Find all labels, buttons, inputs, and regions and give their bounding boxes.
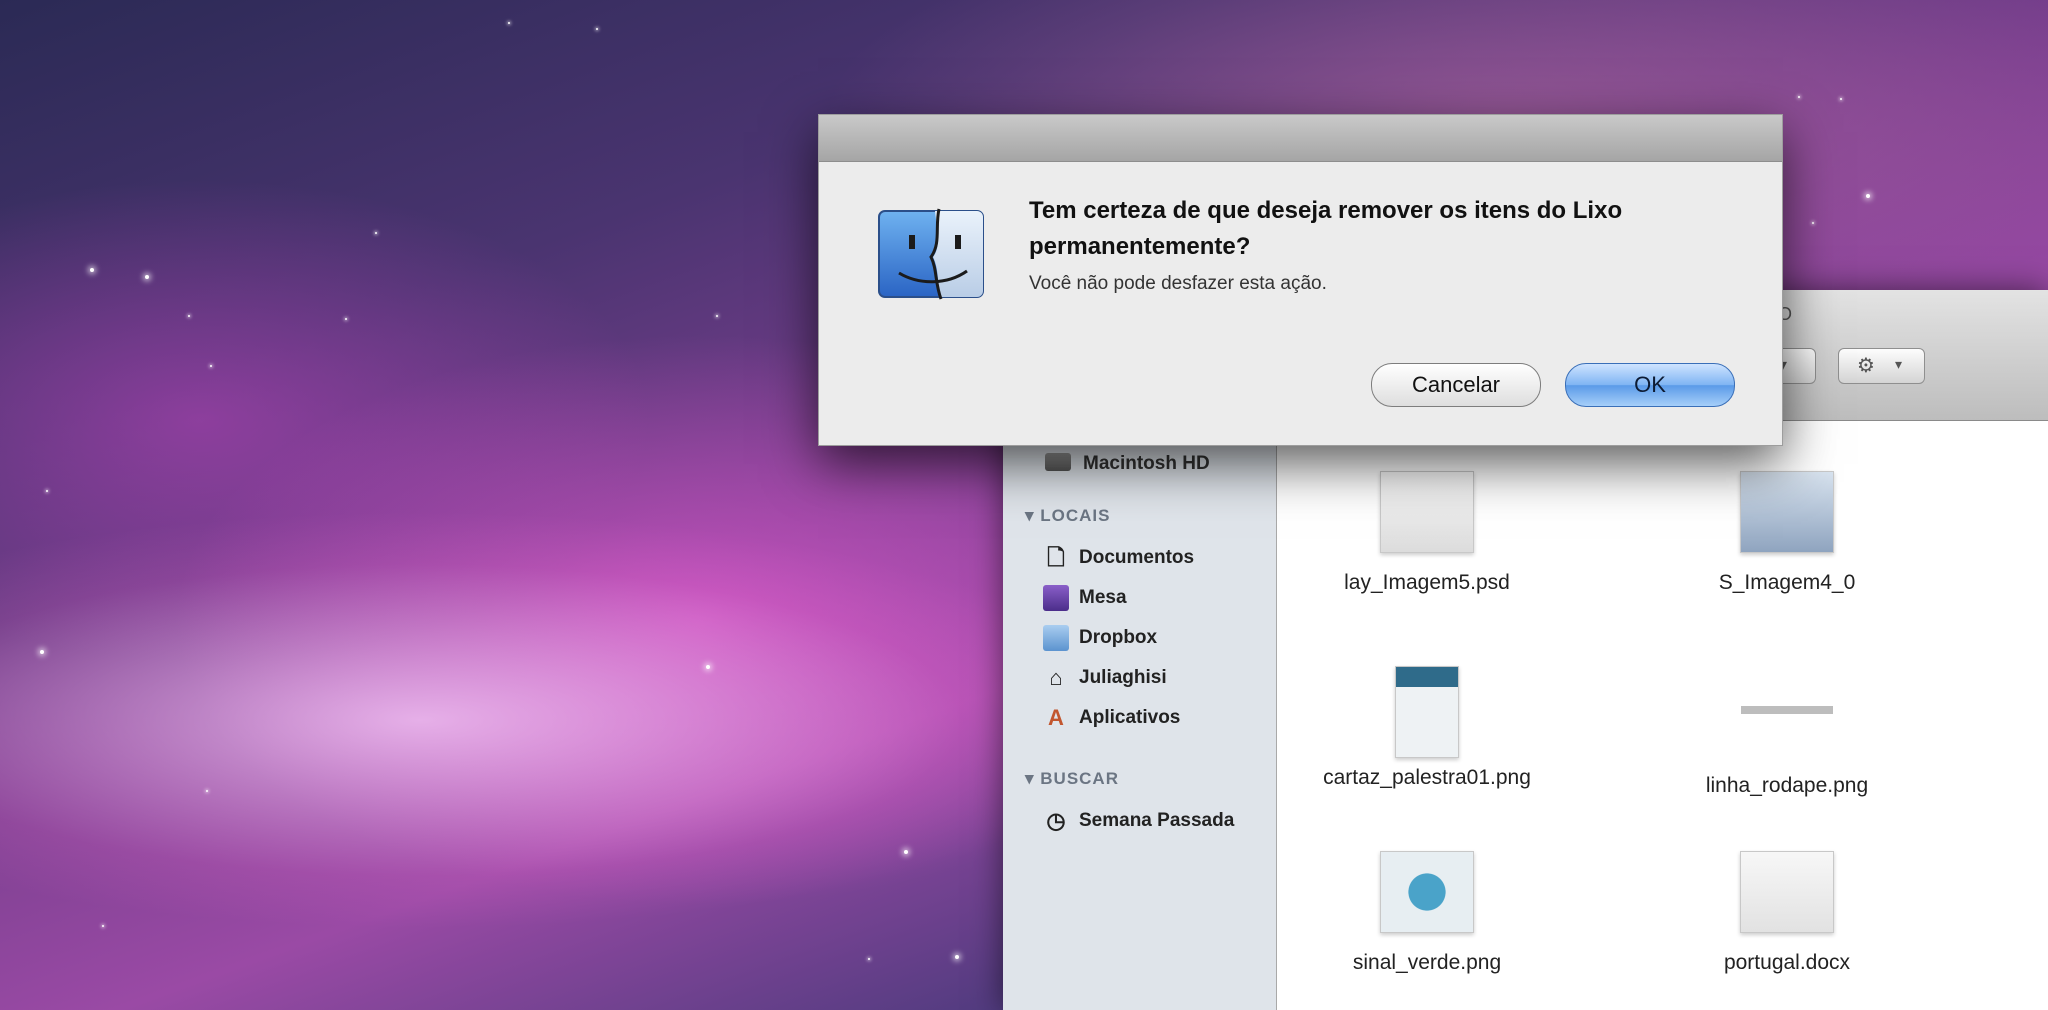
- applications-icon: A: [1048, 705, 1064, 730]
- file-thumbnail: [1380, 471, 1474, 553]
- star-decoration: [206, 790, 208, 792]
- star-decoration: [102, 925, 104, 927]
- finder-sidebar: Macintosh HD ▾ LOCAIS 🗋 Documentos Mesa …: [1003, 421, 1277, 1010]
- sidebar-section-label: BUSCAR: [1040, 769, 1119, 788]
- star-decoration: [716, 315, 718, 317]
- sidebar-item-label: Mesa: [1079, 587, 1127, 608]
- star-decoration: [596, 28, 598, 30]
- sidebar-item-label: Aplicativos: [1079, 707, 1181, 728]
- desktop-icon: [1043, 585, 1069, 611]
- sidebar-item-documentos[interactable]: 🗋 Documentos: [1043, 543, 1194, 573]
- star-decoration: [508, 22, 510, 24]
- alert-message: Você não pode desfazer esta ação.: [1029, 273, 1327, 294]
- clock-icon: ◷: [1046, 808, 1066, 833]
- file-name: sinal_verde.png: [1352, 951, 1502, 974]
- star-decoration: [1798, 96, 1800, 98]
- star-decoration: [90, 268, 94, 272]
- alert-title: Tem certeza de que deseja remover os ite…: [1029, 197, 1623, 260]
- star-decoration: [1840, 98, 1842, 100]
- star-decoration: [375, 232, 377, 234]
- file-name: lay_Imagem5.psd: [1344, 571, 1510, 594]
- disclosure-triangle-icon: ▾: [1025, 769, 1041, 788]
- chevron-down-icon: ▾: [1895, 357, 1903, 373]
- file-thumbnail: [1740, 851, 1834, 933]
- action-menu-button[interactable]: ⚙ ▾: [1838, 348, 1925, 384]
- sidebar-item-macintosh-hd[interactable]: Macintosh HD: [1083, 453, 1210, 475]
- disclosure-triangle-icon: ▾: [1025, 506, 1041, 525]
- file-item[interactable]: linha_rodape.png: [1637, 666, 1937, 798]
- file-thumbnail: [1740, 471, 1834, 553]
- sidebar-item-label: Semana Passada: [1079, 810, 1235, 831]
- sidebar-section-label: LOCAIS: [1040, 506, 1111, 525]
- finder-face-icon: [878, 208, 984, 300]
- file-item[interactable]: portugal.docx: [1637, 851, 1937, 975]
- sidebar-item-dropbox[interactable]: Dropbox: [1043, 623, 1157, 653]
- sidebar-item-mesa[interactable]: Mesa: [1043, 583, 1127, 613]
- sidebar-item-label: Documentos: [1079, 547, 1195, 568]
- sidebar-section-locais[interactable]: ▾ LOCAIS: [1025, 506, 1111, 526]
- file-thumbnail: [1380, 851, 1474, 933]
- sidebar-section-buscar[interactable]: ▾ BUSCAR: [1025, 769, 1119, 789]
- empty-trash-alert: Tem certeza de que deseja remover os ite…: [818, 114, 1783, 446]
- file-name: cartaz_palestra01.png: [1323, 766, 1531, 789]
- cancel-button[interactable]: Cancelar: [1371, 363, 1541, 407]
- star-decoration: [1812, 222, 1814, 224]
- star-decoration: [188, 315, 190, 317]
- document-icon: 🗋: [1047, 545, 1065, 570]
- star-decoration: [145, 275, 149, 279]
- folder-icon: [1043, 625, 1069, 651]
- star-decoration: [210, 365, 212, 367]
- star-decoration: [706, 665, 710, 669]
- alert-titlebar: [819, 115, 1782, 162]
- desktop-background: IO ▾ ⚙ ▾ Macintosh HD ▾ LOCAIS 🗋 Documen…: [0, 0, 2048, 1010]
- file-item[interactable]: lay_Imagem5.psd: [1277, 471, 1577, 595]
- finder-file-grid: lay_Imagem5.psd S_Imagem4_0 cartaz_pales…: [1277, 421, 2048, 1010]
- sidebar-item-label: Juliaghisi: [1079, 667, 1167, 688]
- file-name: linha_rodape.png: [1705, 774, 1869, 797]
- home-icon: ⌂: [1049, 665, 1063, 690]
- file-item[interactable]: sinal_verde.png: [1277, 851, 1577, 975]
- file-item[interactable]: S_Imagem4_0: [1637, 471, 1937, 595]
- star-decoration: [40, 650, 44, 654]
- sidebar-item-semana-passada[interactable]: ◷ Semana Passada: [1043, 806, 1234, 836]
- star-decoration: [955, 955, 959, 959]
- star-decoration: [904, 850, 908, 854]
- file-name: portugal.docx: [1723, 951, 1851, 974]
- file-thumbnail: [1395, 666, 1459, 758]
- hard-drive-icon: [1045, 453, 1071, 471]
- gear-icon: ⚙: [1857, 353, 1875, 377]
- sidebar-item-label: Dropbox: [1079, 627, 1158, 648]
- star-decoration: [345, 318, 347, 320]
- sidebar-item-juliaghisi[interactable]: ⌂ Juliaghisi: [1043, 663, 1167, 693]
- star-decoration: [46, 490, 48, 492]
- star-decoration: [1866, 194, 1870, 198]
- file-item[interactable]: cartaz_palestra01.png: [1277, 666, 1577, 790]
- file-thumbnail: [1741, 706, 1833, 714]
- ok-button[interactable]: OK: [1565, 363, 1735, 407]
- sidebar-item-aplicativos[interactable]: A Aplicativos: [1043, 703, 1180, 733]
- star-decoration: [868, 958, 870, 960]
- file-name: S_Imagem4_0: [1718, 571, 1856, 594]
